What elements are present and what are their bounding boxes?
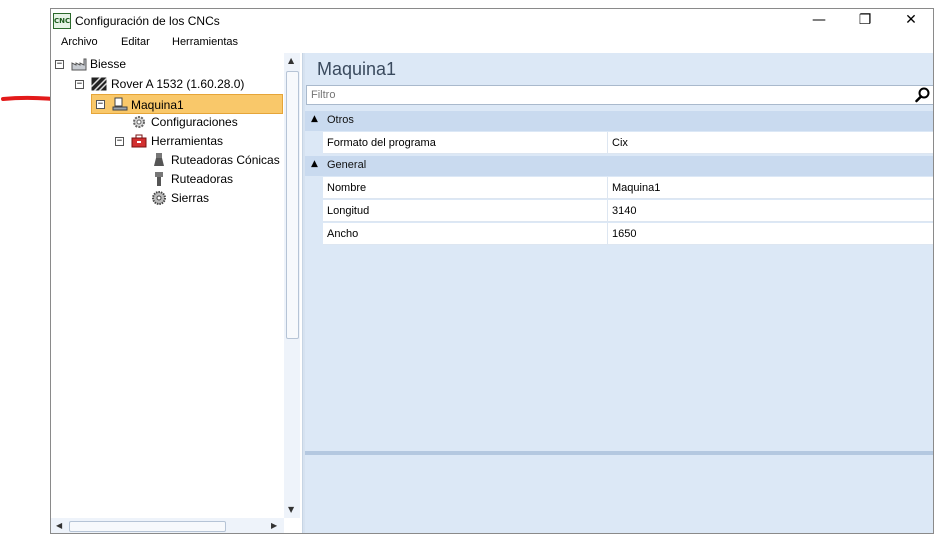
maximize-button[interactable]: ❐ [842, 9, 888, 33]
tree-label: Configuraciones [151, 115, 238, 129]
tree-item-maquina1[interactable]: − Maquina1 [91, 94, 283, 114]
scroll-right-icon[interactable]: ▶ [271, 521, 277, 530]
menu-bar: Archivo Editar Herramientas [51, 33, 933, 53]
filter-input[interactable] [306, 85, 933, 105]
scroll-left-icon[interactable]: ◀ [56, 521, 62, 530]
collapse-caret-icon[interactable]: ▲ [311, 114, 318, 124]
tree-item-biesse[interactable]: − Biesse [51, 55, 281, 73]
category-label: General [327, 159, 367, 171]
tree-label: Ruteadoras [171, 172, 234, 186]
title-bar: CNC Configuración de los CNCs — ❐ ✕ [51, 9, 933, 33]
window-title: Configuración de los CNCs [75, 14, 220, 28]
horizontal-scroll-thumb[interactable] [69, 521, 226, 532]
search-icon[interactable] [915, 87, 931, 103]
saw-icon [152, 191, 166, 205]
tree-vertical-scrollbar[interactable]: ▲ ▼ [284, 53, 300, 518]
tree-label: Biesse [90, 57, 127, 71]
cnc-app-icon: CNC [53, 13, 71, 29]
property-name: Ancho [327, 228, 359, 240]
scroll-down-icon[interactable]: ▼ [288, 505, 294, 514]
scroll-up-icon[interactable]: ▲ [288, 56, 294, 65]
category-general[interactable]: ▲ General [305, 156, 933, 176]
category-label: Otros [327, 114, 354, 126]
description-pane [305, 455, 933, 533]
conical-router-icon [154, 153, 164, 166]
tree-label: Herramientas [151, 134, 224, 148]
vertical-scroll-thumb[interactable] [286, 71, 299, 339]
property-row[interactable]: Formato del programa Cix [323, 132, 933, 154]
property-row[interactable]: Ancho 1650 [323, 223, 933, 245]
close-button[interactable]: ✕ [888, 9, 933, 33]
toolbox-icon [131, 134, 147, 148]
properties-panel: Maquina1 ▲ Otros Formato del programa Ci… [305, 53, 933, 533]
tree-horizontal-scrollbar[interactable]: ◀ ▶ [51, 518, 284, 533]
machine-icon [112, 97, 128, 111]
gear-icon [133, 116, 145, 128]
property-name: Formato del programa [327, 137, 436, 149]
tree-item-sierras[interactable]: Sierras [51, 189, 281, 207]
property-value[interactable]: Maquina1 [607, 177, 660, 199]
property-value[interactable]: 3140 [607, 200, 636, 222]
menu-editar[interactable]: Editar [121, 36, 150, 48]
tree-label: Rover A 1532 (1.60.28.0) [111, 77, 245, 91]
machine-stripes-icon [91, 77, 107, 91]
tree-label: Maquina1 [131, 98, 184, 112]
tree-item-herramientas[interactable]: − Herramientas [51, 132, 281, 150]
property-name: Longitud [327, 205, 370, 217]
tree-label: Sierras [171, 191, 210, 205]
property-value[interactable]: 1650 [607, 223, 636, 245]
category-otros[interactable]: ▲ Otros [305, 111, 933, 131]
tree-panel: − Biesse − Rover A 1532 (1.60.28.0) − Ma… [51, 53, 303, 533]
collapse-icon[interactable]: − [75, 80, 84, 89]
tree-item-ruteadoras[interactable]: Ruteadoras [51, 170, 281, 188]
minimize-button[interactable]: — [796, 9, 842, 33]
tree-item-ruteadoras-conicas[interactable]: Ruteadoras Cónicas [51, 151, 281, 169]
tree-item-configuraciones[interactable]: Configuraciones [51, 113, 281, 131]
property-row[interactable]: Longitud 3140 [323, 200, 933, 222]
collapse-caret-icon[interactable]: ▲ [311, 159, 318, 169]
property-name: Nombre [327, 182, 367, 194]
collapse-icon[interactable]: − [96, 100, 105, 109]
property-value[interactable]: Cix [607, 132, 628, 154]
menu-herramientas[interactable]: Herramientas [172, 36, 238, 48]
main-window: CNC Configuración de los CNCs — ❐ ✕ Arch… [50, 8, 934, 534]
property-row[interactable]: Nombre Maquina1 [323, 177, 933, 199]
tree-item-rover[interactable]: − Rover A 1532 (1.60.28.0) [51, 75, 281, 93]
page-title: Maquina1 [317, 59, 397, 79]
tree-label: Ruteadoras Cónicas [171, 153, 280, 167]
collapse-icon[interactable]: − [55, 60, 64, 69]
menu-archivo[interactable]: Archivo [61, 36, 98, 48]
collapse-icon[interactable]: − [115, 137, 124, 146]
router-icon [155, 172, 163, 186]
factory-icon [71, 58, 87, 71]
